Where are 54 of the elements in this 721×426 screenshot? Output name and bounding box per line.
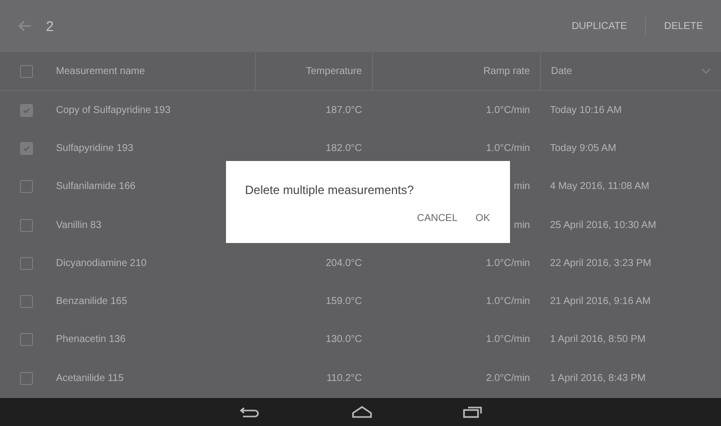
table-cell-text: 2.0°C/min bbox=[484, 372, 531, 384]
action-button[interactable]: DELETE bbox=[660, 16, 707, 36]
chevron-down-icon[interactable] bbox=[701, 68, 711, 74]
table-cell-text: Today 10:16 AM bbox=[549, 104, 623, 116]
checkbox[interactable] bbox=[20, 180, 33, 194]
table-cell-text: 159.0°C bbox=[324, 296, 363, 308]
table-cell-text: 1.0°C/min bbox=[484, 296, 531, 308]
dialog-message: Delete multiple measurements? bbox=[245, 183, 415, 197]
checkbox[interactable] bbox=[20, 295, 33, 308]
dialog-button[interactable]: OK bbox=[470, 209, 496, 228]
checkbox[interactable] bbox=[20, 64, 33, 78]
column-header[interactable]: Temperature bbox=[255, 52, 372, 90]
table-cell-text: 130.0°C bbox=[324, 334, 363, 346]
table-cell-text: 1.0°C/min bbox=[484, 258, 531, 269]
table-cell-text: Today 9:05 AM bbox=[549, 142, 618, 154]
checkbox[interactable] bbox=[20, 218, 33, 232]
checkbox[interactable] bbox=[20, 333, 33, 346]
table-cell-text: 1.0°C/min bbox=[484, 104, 531, 116]
table-cell-text: 182.0°C bbox=[324, 142, 363, 154]
table-cell-text: Vanillin 83 bbox=[55, 220, 102, 231]
table-cell-text: Copy of Sulfapyridine 193 bbox=[55, 104, 172, 116]
table-cell-text: 4 May 2016, 11:08 AM bbox=[549, 181, 650, 192]
action-button[interactable]: DUPLICATE bbox=[568, 16, 632, 36]
table-cell-text: Benzanilide 165 bbox=[55, 296, 128, 308]
dialog-button[interactable]: CANCEL bbox=[410, 209, 464, 228]
checkbox[interactable] bbox=[20, 104, 33, 117]
table-cell-text: 110.2°C bbox=[325, 372, 363, 384]
table-cell-text: Dicyanodiamine 210 bbox=[55, 258, 148, 269]
table-cell-text: min bbox=[512, 220, 531, 231]
checkmark-icon bbox=[22, 106, 31, 115]
recent-apps-icon[interactable] bbox=[462, 406, 482, 418]
table-cell-text: Acetanilide 115 bbox=[55, 372, 125, 384]
table-cell-text: 1.0°C/min bbox=[484, 334, 531, 346]
table-cell-text: 1.0°C/min bbox=[484, 142, 531, 154]
checkbox[interactable] bbox=[20, 372, 33, 385]
back-icon[interactable] bbox=[238, 406, 260, 418]
table-cell-text: 204.0°C bbox=[324, 258, 363, 269]
column-header[interactable]: Date bbox=[540, 52, 691, 90]
table-cell-text: 1 April 2016, 8:43 PM bbox=[549, 372, 647, 384]
table-cell-text: 22 April 2016, 3:23 PM bbox=[549, 258, 652, 269]
back-arrow-icon[interactable] bbox=[18, 20, 32, 32]
checkbox[interactable] bbox=[20, 256, 33, 270]
checkmark-icon bbox=[22, 144, 31, 153]
table-cell-text: Phenacetin 136 bbox=[55, 334, 127, 346]
column-header[interactable]: Measurement name bbox=[46, 52, 255, 90]
home-icon[interactable] bbox=[350, 406, 372, 418]
table-cell-text: 25 April 2016, 10:30 AM bbox=[549, 220, 658, 231]
table-cell-text: 187.0°C bbox=[324, 104, 363, 116]
table-cell-text: Sulfapyridine 193 bbox=[55, 142, 134, 154]
checkbox[interactable] bbox=[20, 142, 33, 155]
column-header[interactable]: Ramp rate bbox=[372, 52, 540, 90]
table-cell-text: 21 April 2016, 9:16 AM bbox=[549, 296, 652, 308]
table-cell-text: 1 April 2016, 8:50 PM bbox=[549, 334, 647, 346]
selected-count: 2 bbox=[46, 18, 55, 34]
